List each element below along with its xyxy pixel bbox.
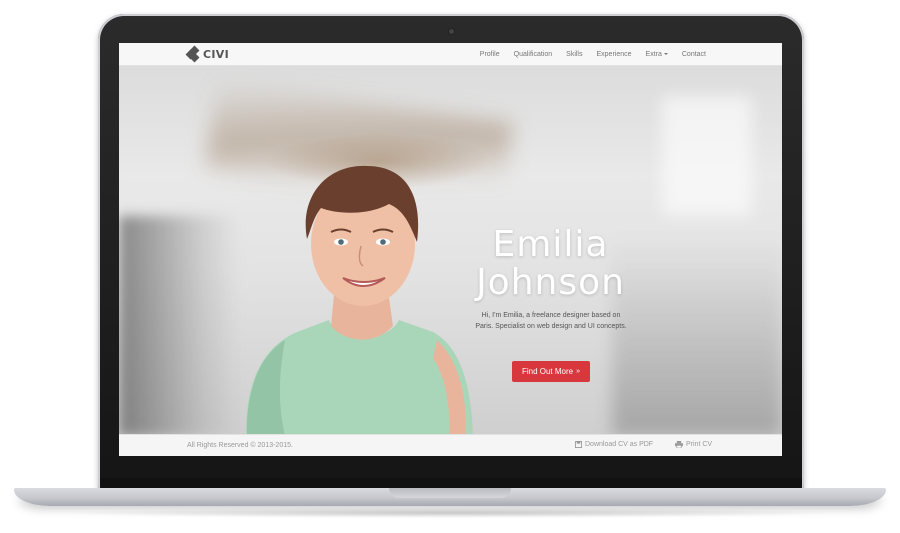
laptop-screen: CIVI Profile Qualification Skills Experi… bbox=[119, 43, 782, 456]
find-out-more-label: Find Out More bbox=[521, 367, 574, 376]
double-chevron-down-icon: » bbox=[576, 368, 581, 375]
last-name: Johnson bbox=[476, 262, 625, 303]
nav-item-qualification[interactable]: Qualification bbox=[514, 51, 553, 58]
brand-logo[interactable]: CIVI bbox=[185, 45, 229, 63]
main-nav: Profile Qualification Skills Experience … bbox=[480, 43, 706, 65]
navbar: CIVI Profile Qualification Skills Experi… bbox=[119, 43, 782, 66]
download-pdf-link[interactable]: Download CV as PDF bbox=[575, 441, 653, 448]
laptop-notch bbox=[389, 488, 511, 498]
caret-down-icon bbox=[663, 52, 668, 55]
camera-icon bbox=[449, 29, 454, 34]
right-iris bbox=[380, 239, 386, 245]
background-shadow-left bbox=[119, 216, 239, 434]
nav-item-experience[interactable]: Experience bbox=[597, 51, 632, 58]
profile-photo bbox=[246, 165, 473, 434]
hero-description: Hi, I'm Emilia, a freelance designer bas… bbox=[475, 312, 627, 330]
floppy-disk-icon bbox=[575, 441, 582, 448]
footer: All Rights Reserved © 2013-2015. Downloa… bbox=[119, 434, 782, 456]
copyright-text: All Rights Reserved © 2013-2015. bbox=[187, 442, 293, 449]
nav-item-extra[interactable]: Extra bbox=[646, 51, 668, 58]
nav-item-contact[interactable]: Contact bbox=[682, 51, 706, 58]
find-out-more-button[interactable]: Find Out More » bbox=[512, 361, 590, 382]
print-cv-label: Print CV bbox=[686, 441, 713, 448]
hero-title: Emilia Johnson bbox=[444, 226, 657, 302]
background-window bbox=[662, 96, 752, 216]
nav-item-profile[interactable]: Profile bbox=[480, 51, 500, 58]
left-iris bbox=[338, 239, 344, 245]
first-name: Emilia bbox=[492, 224, 609, 265]
print-cv-link[interactable]: Print CV bbox=[675, 441, 712, 448]
nav-item-extra-label: Extra bbox=[645, 50, 662, 58]
download-pdf-label: Download CV as PDF bbox=[585, 441, 654, 448]
hero-section: Emilia Johnson Hi, I'm Emilia, a freelan… bbox=[119, 66, 782, 434]
laptop-mockup: CIVI Profile Qualification Skills Experi… bbox=[0, 0, 900, 533]
brand-name: CIVI bbox=[203, 47, 229, 61]
nav-item-skills[interactable]: Skills bbox=[566, 51, 582, 58]
laptop-shadow bbox=[60, 508, 840, 518]
printer-icon bbox=[675, 441, 683, 448]
diamond-logo-icon bbox=[185, 45, 201, 63]
